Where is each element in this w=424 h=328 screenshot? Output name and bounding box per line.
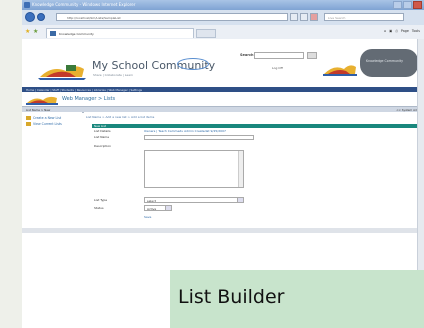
forward-button[interactable] — [37, 13, 45, 21]
community-badge-icon — [177, 58, 209, 70]
save-button[interactable]: Save — [144, 215, 151, 219]
tab-bar: ★ ★ Knowledge Community ⌂ ▣ ⎙ Page Tools — [22, 25, 424, 40]
favicon-icon — [50, 31, 56, 36]
list-type-label: List Type — [94, 198, 108, 202]
list-type-select[interactable]: select — [144, 197, 244, 203]
form-header: New List — [92, 124, 422, 128]
home-icon[interactable]: ⌂ — [384, 29, 386, 33]
web-manager-title: Web Manager > Lists — [62, 96, 116, 102]
textarea-scrollbar[interactable] — [238, 151, 243, 187]
school-logo-icon — [38, 65, 86, 80]
feeds-icon[interactable]: ▣ — [389, 29, 392, 33]
site-subtitle: Share | Collaborate | Learn — [93, 73, 134, 77]
folder-icon — [26, 122, 31, 126]
caption-text: List Builder — [178, 286, 285, 308]
minimize-button[interactable] — [393, 1, 402, 9]
web-manager-logo-icon — [26, 96, 58, 105]
list-details-label: List Details — [94, 129, 111, 133]
address-input[interactable]: http://localhost/km/Lists/SampleList — [56, 13, 288, 21]
caption-box: List Builder — [170, 270, 424, 328]
back-button[interactable] — [25, 12, 35, 22]
window-controls — [393, 1, 422, 9]
status-label: Status — [94, 206, 104, 210]
title-bar: Knowledge Community - Windows Internet E… — [22, 0, 424, 10]
description-label: Description — [94, 144, 112, 148]
browser-tab[interactable]: Knowledge Community — [46, 28, 194, 38]
chevron-down-icon — [237, 198, 243, 202]
page-divider — [22, 228, 424, 233]
new-tab-button[interactable] — [196, 29, 216, 38]
page-menu[interactable]: Page — [401, 29, 409, 33]
site-header: My School Community Share | Collaborate … — [22, 39, 424, 87]
refresh-icon[interactable] — [290, 13, 298, 21]
add-favorites-icon[interactable]: ★ — [33, 29, 38, 35]
window-title: Knowledge Community - Windows Internet E… — [32, 2, 136, 7]
search-label: Search — [240, 53, 254, 57]
sidebar-item-view-lists[interactable]: View Current Lists — [26, 122, 62, 126]
web-manager-header: Web Manager > Lists — [22, 92, 424, 106]
description-textarea[interactable] — [144, 150, 244, 188]
list-details-value: Owners | Teach Cammedu Admin Createdat 9… — [144, 129, 226, 133]
tools-menu[interactable]: Tools — [412, 29, 420, 33]
maximize-button[interactable] — [403, 1, 412, 9]
site-search-button[interactable] — [307, 52, 317, 59]
close-button[interactable] — [413, 1, 422, 9]
command-bar: ⌂ ▣ ⎙ Page Tools — [384, 29, 420, 33]
stop-icon[interactable] — [300, 13, 308, 21]
sidebar: Create a New List View Current Lists — [22, 112, 82, 228]
ie-icon — [24, 2, 30, 8]
site-search-input[interactable] — [254, 52, 304, 59]
folder-icon — [26, 116, 31, 120]
go-icon[interactable] — [310, 13, 318, 21]
list-name-label: List Name — [94, 135, 110, 139]
status-select[interactable]: Active — [144, 205, 172, 211]
print-icon[interactable]: ⎙ — [395, 29, 398, 33]
logoff-link[interactable]: Log Off — [272, 66, 283, 70]
live-search-input[interactable]: Live Search — [324, 13, 404, 21]
form-breadcrumb[interactable]: List Name > Add a new list > Add a list … — [86, 115, 154, 119]
knowledge-community-badge: Knowledge Community — [360, 49, 418, 77]
list-name-input[interactable] — [144, 135, 254, 140]
favorites-star-icon[interactable]: ★ — [25, 29, 30, 35]
sidebar-item-create-list[interactable]: Create a New List — [26, 116, 61, 120]
list-form: List Name > Add a new list > Add a list … — [84, 112, 424, 228]
chevron-down-icon — [165, 206, 171, 210]
partner-logo-icon — [323, 65, 357, 76]
address-bar-row: http://localhost/km/Lists/SampleList Liv… — [22, 10, 424, 25]
